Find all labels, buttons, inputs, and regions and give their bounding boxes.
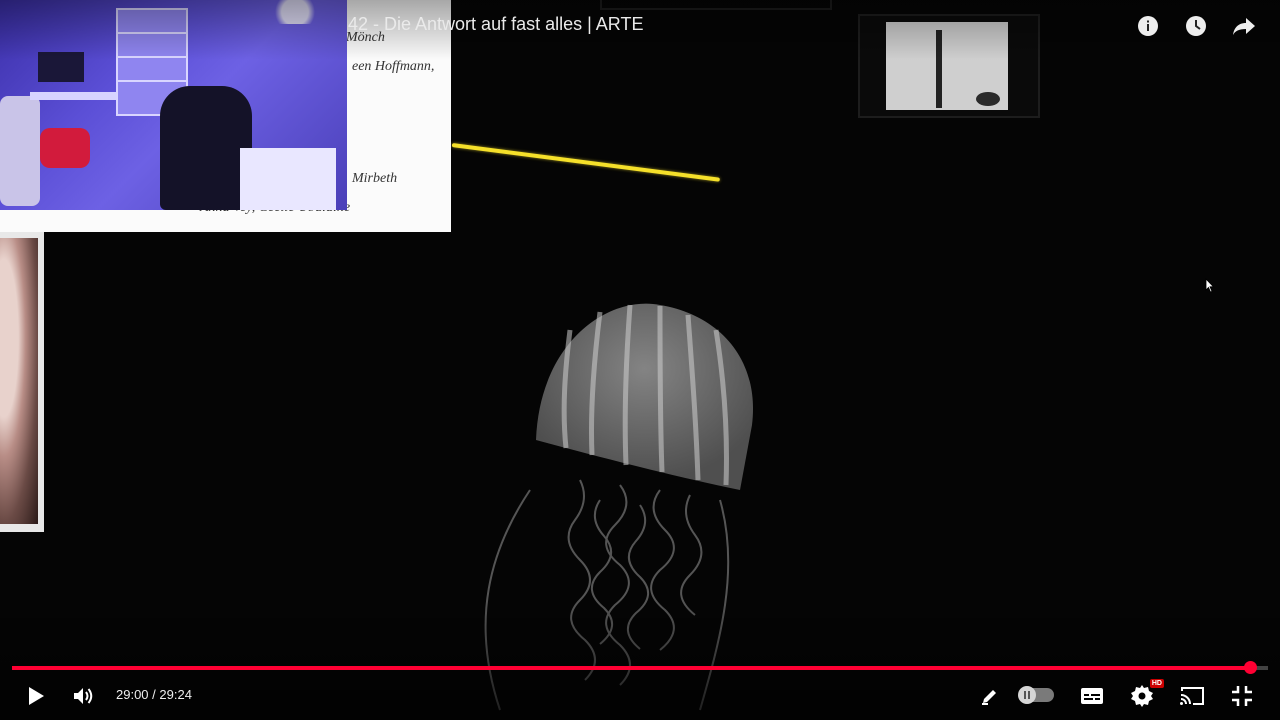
exit-fullscreen-icon[interactable]: [1224, 678, 1260, 714]
cast-icon[interactable]: [1174, 678, 1210, 714]
yellow-laser-line: [451, 143, 721, 182]
webcam-overlay: [0, 0, 347, 210]
video-title[interactable]: 42 - Die Antwort auf fast alles | ARTE: [348, 14, 643, 35]
current-time: 29:00: [116, 687, 149, 702]
volume-icon[interactable]: [66, 678, 102, 714]
mouse-pointer-icon: [1205, 278, 1215, 299]
pen-icon[interactable]: [972, 678, 1008, 714]
credits-line: een Hoffmann,: [352, 59, 435, 74]
picture-frame-right: [858, 14, 1040, 118]
player-controls: 29:00 / 29:24 HD: [0, 676, 1280, 716]
subtitles-icon[interactable]: [1074, 678, 1110, 714]
info-icon[interactable]: [1134, 12, 1162, 40]
watch-later-icon[interactable]: [1182, 12, 1210, 40]
seek-bar[interactable]: [12, 661, 1268, 674]
picture-frame-top: [600, 0, 832, 10]
seek-bar-progress: [12, 666, 1251, 670]
hd-badge: HD: [1149, 679, 1164, 688]
pause-icon: [1018, 686, 1036, 704]
credits-line: Mirbeth: [352, 171, 398, 186]
top-right-controls: [1134, 12, 1258, 40]
left-photo-card: [0, 232, 44, 532]
autoplay-toggle[interactable]: [1018, 686, 1054, 704]
time-display: 29:00 / 29:24: [116, 687, 192, 702]
time-separator: /: [152, 687, 156, 702]
video-frame[interactable]: Mönch een Hoffmann, Mirbeth Anna Vey, Cé…: [0, 0, 1280, 720]
settings-icon[interactable]: HD: [1124, 678, 1164, 714]
duration: 29:24: [159, 687, 192, 702]
share-icon[interactable]: [1230, 12, 1258, 40]
play-icon[interactable]: [18, 678, 54, 714]
